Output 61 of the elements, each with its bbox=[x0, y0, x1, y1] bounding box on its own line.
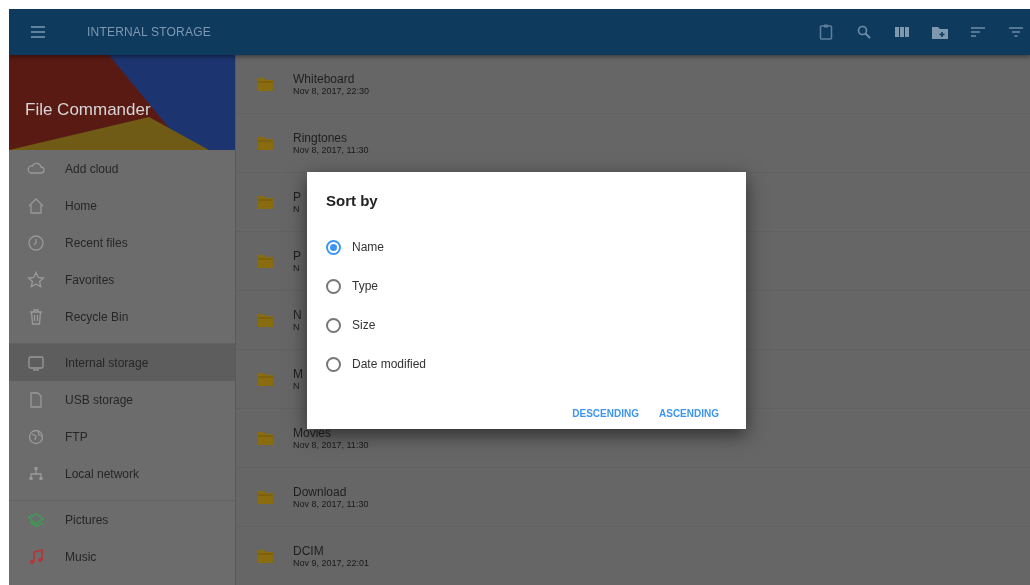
app-title: File Commander bbox=[25, 99, 151, 121]
file-name: Whiteboard bbox=[293, 71, 356, 86]
radio-button[interactable] bbox=[326, 317, 341, 333]
file-name: M bbox=[293, 366, 303, 381]
option-label[interactable]: Size bbox=[352, 316, 376, 334]
file-date: Nov 8, 2017, 11:30 bbox=[293, 498, 369, 510]
file-date: N bbox=[293, 321, 301, 333]
radio-button[interactable] bbox=[326, 356, 341, 372]
folder-icon bbox=[258, 136, 273, 150]
file-date: N bbox=[293, 203, 301, 215]
option-label[interactable]: Name bbox=[352, 238, 384, 256]
file-date: Nov 9, 2017, 22:01 bbox=[293, 557, 370, 569]
sidebar-item[interactable]: Recycle Bin bbox=[9, 298, 235, 335]
globe-icon bbox=[27, 427, 45, 446]
folder-icon bbox=[258, 313, 273, 327]
sidebar-item[interactable]: FTP bbox=[9, 418, 235, 455]
file-name: Download bbox=[293, 484, 348, 499]
sidebar-item[interactable]: Music bbox=[9, 538, 235, 575]
file-date: Nov 8, 2017, 22:30 bbox=[293, 85, 370, 97]
sidebar-item[interactable]: USB storage bbox=[9, 381, 235, 418]
clock-icon bbox=[27, 233, 45, 252]
file-date: N bbox=[293, 262, 301, 274]
toolbar-title: INTERNAL STORAGE bbox=[87, 24, 211, 41]
folder-icon bbox=[258, 195, 273, 209]
sd-card-icon bbox=[27, 390, 45, 409]
file-row[interactable]: DCIM Nov 9, 2017, 22:01 bbox=[236, 527, 1030, 585]
file-name: Ringtones bbox=[293, 130, 349, 145]
file-name: P bbox=[293, 248, 301, 263]
file-name: DCIM bbox=[293, 543, 325, 558]
folder-icon bbox=[258, 431, 273, 445]
radio-button[interactable] bbox=[326, 278, 341, 294]
folder-icon bbox=[258, 490, 273, 504]
folder-icon bbox=[258, 254, 273, 268]
network-icon bbox=[27, 464, 45, 483]
file-row[interactable]: Download Nov 8, 2017, 11:30 bbox=[236, 468, 1030, 527]
sidebar-item[interactable]: Local network bbox=[9, 455, 235, 492]
radio-button[interactable] bbox=[326, 239, 341, 255]
monitor-icon bbox=[27, 353, 45, 372]
music-note-icon bbox=[27, 547, 45, 566]
file-date: N bbox=[293, 380, 301, 392]
folder-icon bbox=[258, 372, 273, 386]
folder-icon bbox=[258, 77, 273, 91]
home-icon bbox=[27, 196, 45, 215]
sidebar-item[interactable]: Home bbox=[9, 187, 235, 224]
file-name: N bbox=[293, 307, 302, 322]
sidebar-item[interactable]: Add cloud bbox=[9, 150, 235, 187]
dialog-title: Sort by bbox=[326, 191, 379, 211]
file-date: Nov 8, 2017, 11:30 bbox=[293, 439, 369, 451]
sidebar-item[interactable]: Favorites bbox=[9, 261, 235, 298]
file-name: Movies bbox=[293, 425, 332, 440]
trash-icon bbox=[27, 307, 45, 326]
file-name: P bbox=[293, 189, 301, 204]
sidebar-item[interactable]: Recent files bbox=[9, 224, 235, 261]
folder-icon bbox=[258, 549, 273, 563]
sidebar-item[interactable]: Pictures bbox=[9, 501, 235, 538]
file-date: Nov 8, 2017, 11:30 bbox=[293, 144, 369, 156]
file-row[interactable]: Whiteboard Nov 8, 2017, 22:30 bbox=[236, 55, 1030, 114]
option-label[interactable]: Type bbox=[352, 277, 378, 295]
star-icon bbox=[27, 270, 45, 289]
option-label[interactable]: Date modified bbox=[352, 355, 427, 373]
pictures-icon bbox=[27, 510, 45, 529]
